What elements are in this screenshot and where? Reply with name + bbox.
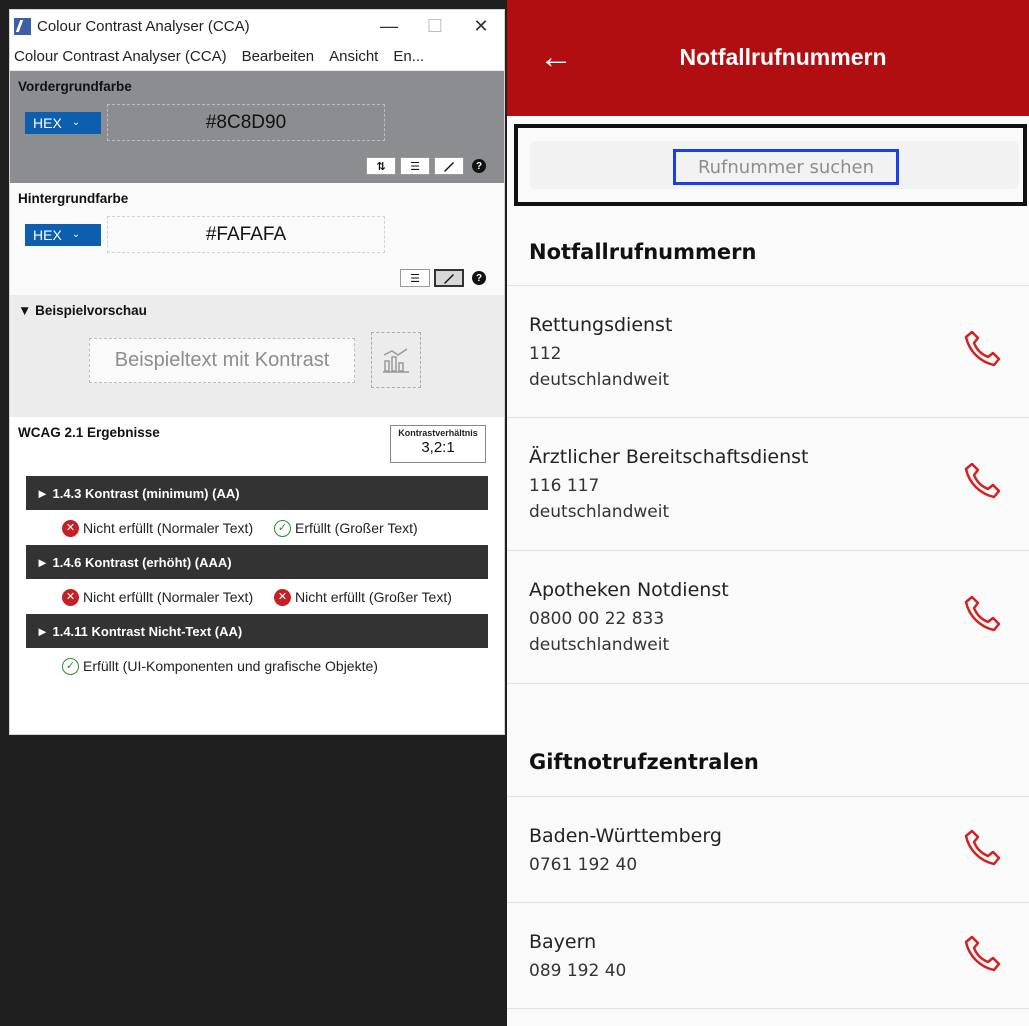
- menu-more[interactable]: En...: [393, 48, 424, 65]
- group-title-giftnotruf: Giftnotrufzentralen: [529, 750, 759, 774]
- background-format-select[interactable]: HEX ⌄: [25, 223, 101, 246]
- chart-icon[interactable]: [371, 332, 421, 388]
- list-item[interactable]: Baden-Württemberg 0761 192 40: [507, 796, 1029, 902]
- close-button[interactable]: ✕: [458, 16, 504, 37]
- window-title: Colour Contrast Analyser (CCA): [37, 18, 250, 35]
- background-label: Hintergrundfarbe: [18, 191, 129, 206]
- contrast-ratio-label: Kontrastverhältnis: [398, 428, 478, 438]
- menu-bar: Colour Contrast Analyser (CCA) Bearbeite…: [10, 43, 504, 71]
- search-input[interactable]: Rufnummer suchen: [530, 141, 1019, 189]
- item-name: Rettungsdienst: [529, 314, 673, 336]
- title-bar: Colour Contrast Analyser (CCA) — ☐ ✕: [10, 10, 504, 43]
- eyedropper-icon[interactable]: [434, 269, 464, 287]
- pass-icon: ✓: [274, 520, 291, 537]
- background-hex-input[interactable]: #FAFAFA: [107, 216, 385, 253]
- foreground-format-select[interactable]: HEX ⌄: [25, 111, 101, 134]
- criterion-143-normal: Nicht erfüllt (Normaler Text): [83, 520, 254, 536]
- item-number: 116 117: [529, 476, 600, 496]
- preview-toggle[interactable]: ▼ Beispielvorschau: [18, 303, 496, 318]
- cca-window: Colour Contrast Analyser (CCA) — ☐ ✕ Col…: [9, 9, 505, 735]
- fail-icon: ✕: [62, 520, 79, 537]
- app-title: Notfallrufnummern: [679, 44, 887, 70]
- item-number: 089 192 40: [529, 961, 627, 981]
- item-name: Apotheken Notdienst: [529, 579, 729, 601]
- group-title-notfallrufnummern: Notfallrufnummern: [529, 240, 757, 264]
- group-divider: [507, 683, 1029, 684]
- criterion-146-header[interactable]: ► 1.4.6 Kontrast (erhöht) (AAA): [26, 545, 488, 579]
- chevron-down-icon: ⌄: [71, 117, 81, 128]
- item-region: deutschlandweit: [529, 635, 670, 655]
- criterion-146-normal: Nicht erfüllt (Normaler Text): [83, 589, 254, 605]
- contrast-ratio-box: Kontrastverhältnis 3,2:1: [390, 425, 486, 463]
- criterion-1411-ui: Erfüllt (UI-Komponenten und grafische Ob…: [83, 658, 378, 674]
- minimize-button[interactable]: —: [366, 16, 412, 37]
- eyedropper-icon[interactable]: [434, 157, 464, 175]
- foreground-format-value: HEX: [33, 114, 62, 131]
- cca-app-icon: [14, 18, 31, 35]
- results-section: WCAG 2.1 Ergebnisse Kontrastverhältnis 3…: [10, 417, 504, 691]
- phone-icon[interactable]: [962, 326, 1004, 368]
- phone-icon[interactable]: [962, 591, 1004, 633]
- menu-edit[interactable]: Bearbeiten: [242, 48, 315, 65]
- app-bar: ← Notfallrufnummern: [507, 0, 1029, 116]
- sliders-icon[interactable]: ☰: [400, 269, 430, 287]
- sliders-icon[interactable]: ☰: [400, 157, 430, 175]
- criterion-143-header[interactable]: ► 1.4.3 Kontrast (minimum) (AA): [26, 476, 488, 510]
- foreground-section: Vordergrundfarbe HEX ⌄ #8C8D90 ⇅ ☰ ?: [10, 71, 504, 183]
- item-name: Baden-Württemberg: [529, 825, 722, 847]
- preview-section: ▼ Beispielvorschau Beispieltext mit Kont…: [10, 295, 504, 417]
- criterion-143-large: Erfüllt (Großer Text): [295, 520, 418, 536]
- help-icon[interactable]: ?: [468, 269, 490, 287]
- search-focus-outline: Rufnummer suchen: [514, 124, 1027, 206]
- item-number: 112: [529, 344, 562, 364]
- background-section: Hintergrundfarbe HEX ⌄ #FAFAFA ☰ ?: [10, 183, 504, 295]
- menu-view[interactable]: Ansicht: [329, 48, 378, 65]
- list-item[interactable]: Bayern 089 192 40: [507, 902, 1029, 1008]
- phone-icon[interactable]: [962, 458, 1004, 500]
- item-number: 0800 00 22 833: [529, 609, 665, 629]
- fail-icon: ✕: [62, 589, 79, 606]
- list-item[interactable]: Rettungsdienst 112 deutschlandweit: [507, 285, 1029, 417]
- item-region: deutschlandweit: [529, 502, 670, 522]
- item-name: Ärztlicher Bereitschaftsdienst: [529, 446, 809, 468]
- criterion-146-large: Nicht erfüllt (Großer Text): [295, 589, 452, 605]
- search-placeholder: Rufnummer suchen: [673, 149, 899, 185]
- preview-sample-text: Beispieltext mit Kontrast: [89, 337, 355, 383]
- emergency-app: ← Notfallrufnummern Rufnummer suchen Not…: [507, 0, 1029, 1026]
- item-name: Bayern: [529, 931, 597, 953]
- item-region: deutschlandweit: [529, 370, 670, 390]
- fail-icon: ✕: [274, 589, 291, 606]
- list-item[interactable]: Ärztlicher Bereitschaftsdienst 116 117 d…: [507, 417, 1029, 550]
- chevron-down-icon: ⌄: [71, 229, 81, 240]
- help-icon[interactable]: ?: [468, 157, 490, 175]
- item-number: 0761 192 40: [529, 855, 638, 875]
- foreground-label: Vordergrundfarbe: [18, 79, 132, 94]
- maximize-button[interactable]: ☐: [412, 16, 458, 37]
- phone-icon[interactable]: [962, 825, 1004, 867]
- menu-app[interactable]: Colour Contrast Analyser (CCA): [14, 48, 227, 65]
- criterion-1411-header[interactable]: ► 1.4.11 Kontrast Nicht-Text (AA): [26, 614, 488, 648]
- phone-icon[interactable]: [962, 931, 1004, 973]
- foreground-hex-input[interactable]: #8C8D90: [107, 104, 385, 141]
- list-item[interactable]: Apotheken Notdienst 0800 00 22 833 deuts…: [507, 550, 1029, 683]
- swap-colors-icon[interactable]: ⇅: [366, 157, 396, 175]
- background-format-value: HEX: [33, 226, 62, 243]
- list-divider: [507, 1008, 1029, 1009]
- contrast-ratio-value: 3,2:1: [421, 439, 455, 456]
- pass-icon: ✓: [62, 658, 79, 675]
